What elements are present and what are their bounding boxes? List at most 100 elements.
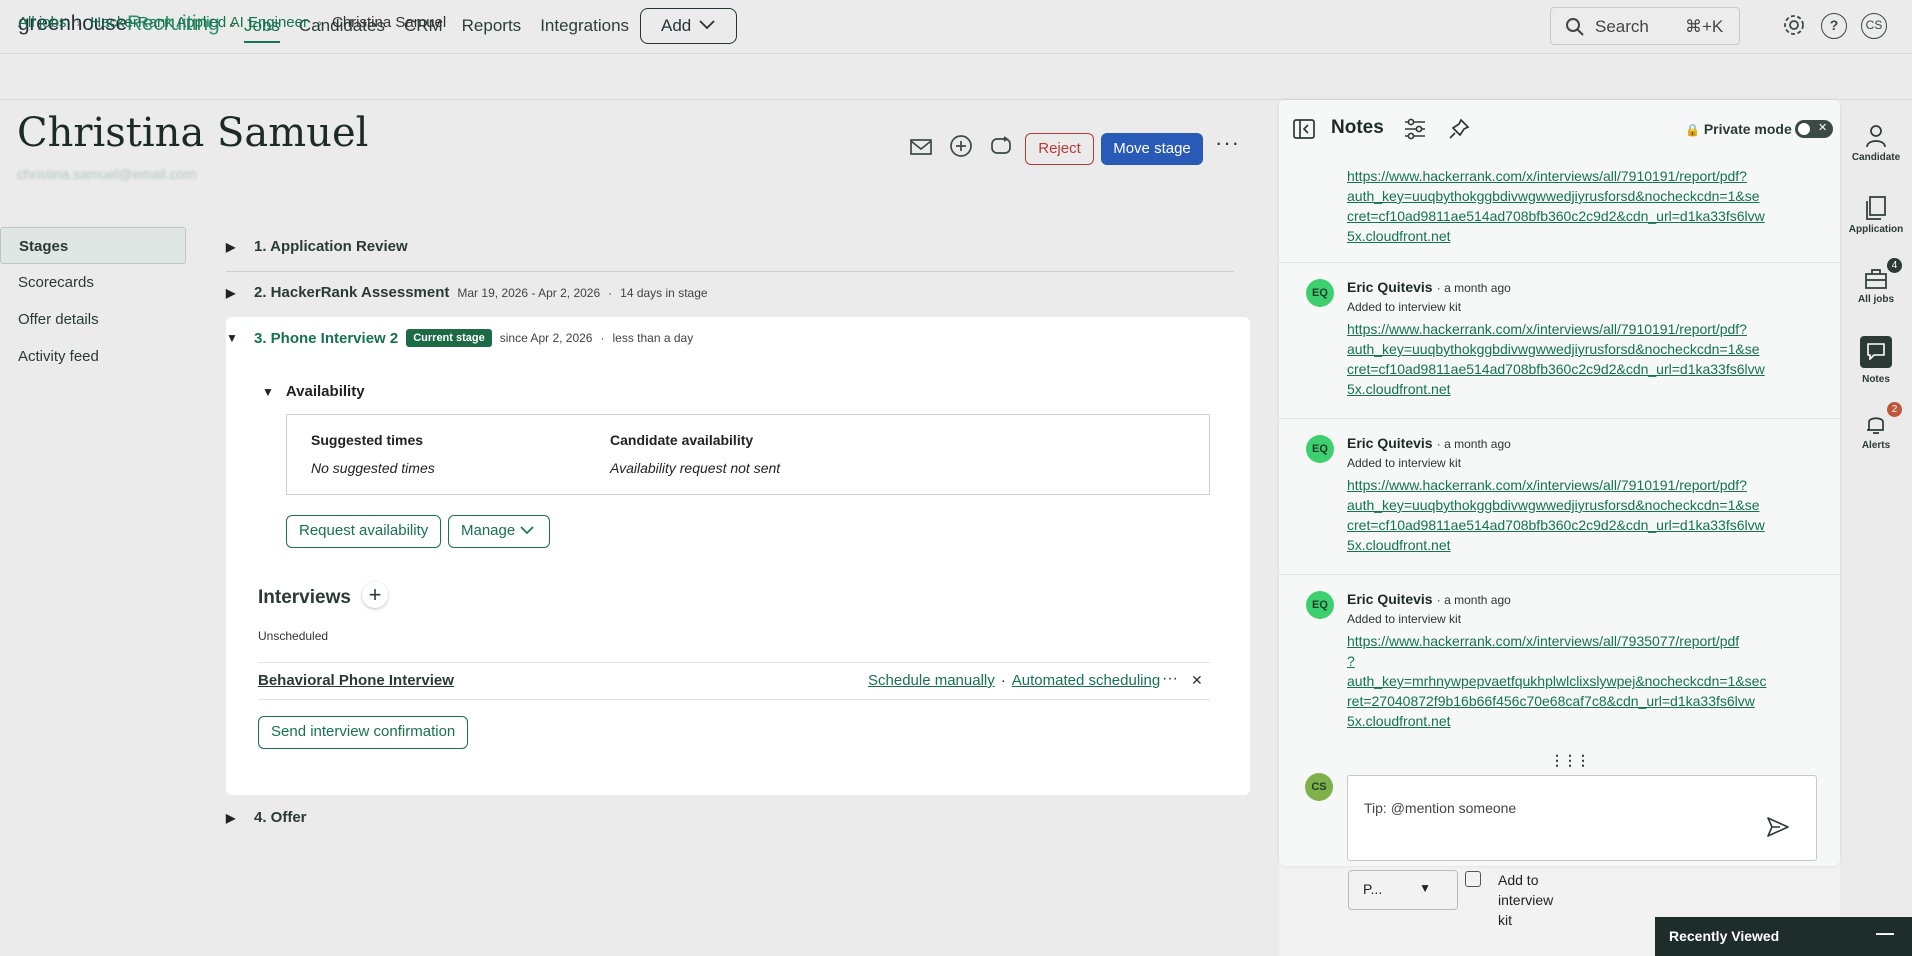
stage-row[interactable]: ▶ 2. HackerRank Assessment Mar 19, 2026 … xyxy=(226,284,708,301)
send-icon[interactable] xyxy=(1766,816,1790,838)
collapse-panel-icon[interactable] xyxy=(1293,119,1315,139)
candidate-availability-value: Availability request not sent xyxy=(610,460,781,476)
suggested-times-value: No suggested times xyxy=(311,460,435,476)
caret-right-icon: ▶ xyxy=(226,285,236,300)
send-interview-confirmation-button[interactable]: Send interview confirmation xyxy=(258,716,469,749)
availability-toggle[interactable]: ▼ Availability xyxy=(262,383,365,400)
manage-button[interactable]: Manage xyxy=(448,515,550,548)
interviews-title: Interviews xyxy=(258,587,351,608)
schedule-manually-link[interactable]: Schedule manually xyxy=(868,672,995,689)
transfer-icon[interactable] xyxy=(988,134,1014,160)
note-time: a month ago xyxy=(1444,593,1511,607)
lock-icon: 🔒 xyxy=(1685,123,1700,137)
stage-row[interactable]: ▶ 1. Application Review xyxy=(226,238,408,255)
rail-application[interactable]: Application xyxy=(1840,196,1912,235)
help-icon[interactable]: ? xyxy=(1821,13,1847,39)
note-time: a month ago xyxy=(1444,281,1511,295)
composer-avatar: CS xyxy=(1305,773,1333,801)
suggested-times-title: Suggested times xyxy=(311,432,424,448)
search-shortcut: ⌘+K xyxy=(1685,17,1724,36)
add-to-interview-kit-checkbox[interactable] xyxy=(1465,871,1481,887)
move-stage-button[interactable]: Move stage xyxy=(1101,133,1203,165)
gear-icon[interactable] xyxy=(1781,13,1807,39)
search-input[interactable]: Search ⌘+K xyxy=(1550,7,1740,45)
chevron-down-icon xyxy=(699,20,715,30)
rail-notes[interactable]: Notes xyxy=(1840,336,1912,385)
reject-button[interactable]: Reject xyxy=(1025,133,1094,165)
stage-dates: Mar 19, 2026 - Apr 2, 2026 xyxy=(457,285,601,300)
note-meta: Eric Quitevis · a month ago xyxy=(1347,279,1511,296)
stage-dates: since Apr 2, 2026 xyxy=(499,331,593,345)
bell-icon xyxy=(1867,417,1884,434)
stage-label: 2. HackerRank Assessment xyxy=(254,284,450,301)
nav-reports[interactable]: Reports xyxy=(462,16,522,43)
briefcase-icon xyxy=(1865,269,1887,289)
left-nav-stages[interactable]: Stages xyxy=(0,227,186,264)
add-interview-icon[interactable]: + xyxy=(362,582,388,608)
stage-label: 1. Application Review xyxy=(254,238,408,255)
note-type-select-value: P... xyxy=(1363,881,1383,897)
separator-dot: · xyxy=(1436,437,1445,451)
stage-label: 4. Offer xyxy=(254,809,307,826)
note-link[interactable]: https://www.hackerrank.com/x/interviews/… xyxy=(1347,319,1765,399)
notes-icon-active xyxy=(1860,336,1892,368)
note-item: EQ Eric Quitevis · a month ago Added to … xyxy=(1279,575,1840,750)
note-link[interactable]: https://www.hackerrank.com/x/interviews/… xyxy=(1347,631,1766,731)
notes-title: Notes xyxy=(1331,117,1384,138)
note-author[interactable]: Eric Quitevis xyxy=(1347,279,1433,295)
left-nav-scorecards[interactable]: Scorecards xyxy=(0,264,186,301)
email-icon[interactable] xyxy=(908,134,934,160)
candidate-email[interactable]: christina.samuel@email.com xyxy=(17,166,196,182)
schedule-links: Schedule manually · Automated scheduling xyxy=(868,672,1160,689)
interview-name-link[interactable]: Behavioral Phone Interview xyxy=(258,672,454,689)
stage-duration: less than a day xyxy=(612,331,694,345)
automated-scheduling-link[interactable]: Automated scheduling xyxy=(1012,672,1160,689)
stage-row[interactable]: ▶ 4. Offer xyxy=(226,809,307,826)
search-placeholder: Search xyxy=(1595,17,1649,36)
close-icon: ✕ xyxy=(1818,122,1828,134)
more-options-icon[interactable]: ··· xyxy=(1162,670,1178,688)
current-stage-badge: Current stage xyxy=(406,329,492,347)
notes-header: Notes 🔒 Private mode ✕ xyxy=(1279,100,1840,156)
recently-viewed-bar[interactable]: Recently Viewed — xyxy=(1655,917,1912,956)
note-composer-input[interactable]: Tip: @mention someone xyxy=(1347,775,1817,861)
nav-integrations[interactable]: Integrations xyxy=(540,16,629,43)
note-meta: Eric Quitevis · a month ago xyxy=(1347,591,1511,608)
divider xyxy=(226,271,1234,272)
close-icon[interactable]: ✕ xyxy=(1191,672,1203,689)
left-nav-offer-details[interactable]: Offer details xyxy=(0,301,186,338)
note-subtitle: Added to interview kit xyxy=(1347,300,1462,314)
note-link[interactable]: https://www.hackerrank.com/x/interviews/… xyxy=(1347,166,1765,246)
candidate-availability-title: Candidate availability xyxy=(610,432,754,448)
drag-handle-icon[interactable]: ⋮⋮⋮ xyxy=(1550,752,1590,769)
user-avatar[interactable]: CS xyxy=(1861,13,1887,39)
note-author[interactable]: Eric Quitevis xyxy=(1347,435,1433,451)
note-link[interactable]: https://www.hackerrank.com/x/interviews/… xyxy=(1347,475,1765,555)
note-subtitle: Added to interview kit xyxy=(1347,612,1462,626)
note-type-select[interactable]: P... ▼ xyxy=(1348,870,1458,910)
more-options-icon[interactable]: ··· xyxy=(1215,130,1240,156)
add-circle-icon[interactable] xyxy=(948,134,974,160)
breadcrumb-job[interactable]: HackerRank Applied AI Engineer xyxy=(90,14,308,31)
rail-alerts[interactable]: Alerts xyxy=(1840,412,1912,451)
rail-candidate[interactable]: Candidate xyxy=(1840,124,1912,163)
author-avatar: EQ xyxy=(1306,591,1334,619)
note-author[interactable]: Eric Quitevis xyxy=(1347,591,1433,607)
left-nav-activity-feed[interactable]: Activity feed xyxy=(0,338,186,375)
minimize-icon[interactable]: — xyxy=(1876,923,1894,944)
add-button[interactable]: Add xyxy=(640,8,737,44)
rail-label: Application xyxy=(1848,224,1904,235)
author-avatar: EQ xyxy=(1306,435,1334,463)
breadcrumb: All jobs › HackerRank Applied AI Enginee… xyxy=(18,14,446,31)
add-button-label: Add xyxy=(661,16,692,35)
private-mode-toggle[interactable]: ✕ xyxy=(1795,120,1833,138)
filter-icon[interactable] xyxy=(1403,118,1427,140)
pin-icon[interactable] xyxy=(1447,117,1471,141)
rail-all-jobs[interactable]: All jobs xyxy=(1840,268,1912,305)
notes-icon xyxy=(1867,343,1885,361)
request-availability-button[interactable]: Request availability xyxy=(286,515,442,548)
breadcrumb-all-jobs[interactable]: All jobs xyxy=(18,14,66,31)
stage-row[interactable]: ▼ 3. Phone Interview 2 Current stage sin… xyxy=(226,329,693,347)
rail-label: All jobs xyxy=(1857,294,1895,305)
toggle-knob xyxy=(1798,123,1810,135)
